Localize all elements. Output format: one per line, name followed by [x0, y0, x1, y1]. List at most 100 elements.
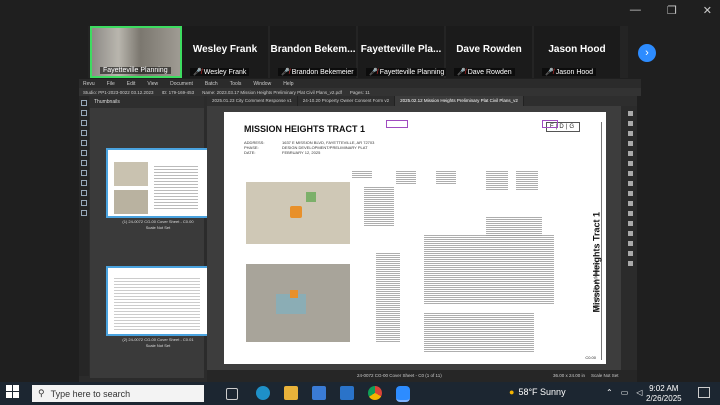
studio-info-bar: Studio: PP1-2023-0022 03.12.2023 ID: 179…: [79, 88, 641, 96]
file-explorer-icon[interactable]: [284, 386, 298, 400]
window-controls: — ❐ ✕: [630, 4, 712, 17]
document-tab[interactable]: 2025.01.23 City Comment Response v1: [207, 96, 298, 106]
tool-icon[interactable]: [628, 161, 633, 166]
tool-icon[interactable]: [81, 190, 87, 196]
tool-icon[interactable]: [81, 150, 87, 156]
weather-widget[interactable]: ● 58°F Sunny: [509, 387, 566, 397]
thumbnail-caption: (1) 24-0072 CG-00 Cover Sheet - C0.00: [122, 219, 194, 224]
menu-item[interactable]: Edit: [127, 81, 136, 87]
tool-icon[interactable]: [81, 200, 87, 206]
tool-icon[interactable]: [81, 110, 87, 116]
chevron-up-icon[interactable]: ⌃: [606, 388, 613, 397]
edge-icon[interactable]: [256, 386, 270, 400]
text-block: [436, 170, 456, 184]
aerial-map: [246, 264, 350, 342]
tool-icon[interactable]: [81, 130, 87, 136]
participant-video-tile[interactable]: Fayetteville Planning: [90, 26, 182, 78]
tool-icon[interactable]: [628, 231, 633, 236]
tool-icon[interactable]: [81, 120, 87, 126]
restore-icon[interactable]: ❐: [667, 4, 677, 17]
document-tab[interactable]: 24-10.20 Property Owner Consent Form v2: [298, 96, 396, 106]
document-viewer[interactable]: MISSION HEIGHTS TRACT 1 ADDRESS: 1637 E …: [207, 106, 621, 370]
minimize-icon[interactable]: —: [630, 4, 641, 17]
tool-icon[interactable]: [81, 180, 87, 186]
menu-item[interactable]: Help: [283, 81, 293, 87]
task-view-icon[interactable]: [226, 388, 238, 400]
menu-item[interactable]: Window: [253, 81, 271, 87]
page-navigator[interactable]: 24-0072 CG-00 Cover Sheet - C0 (1 of 11): [357, 373, 442, 378]
page-size: 36.00 x 24.00 in: [553, 373, 586, 378]
tool-icon[interactable]: [628, 141, 633, 146]
chrome-icon[interactable]: [368, 386, 382, 400]
search-placeholder: Type here to search: [50, 388, 131, 399]
tool-icon[interactable]: [628, 181, 633, 186]
participant-name: Dave Rowden: [456, 44, 522, 55]
thumbnail-caption: (2) 24-0072 CG-00 Cover Sheet - C0.01: [122, 337, 194, 342]
tool-icon[interactable]: [628, 201, 633, 206]
mic-muted-icon: 🎤̸: [193, 69, 202, 76]
tool-icon[interactable]: [628, 211, 633, 216]
right-toolbar: [625, 106, 637, 370]
menu-item[interactable]: Document: [170, 81, 193, 87]
participant-name: Jason Hood: [548, 44, 606, 55]
weather-text: 58°F Sunny: [518, 387, 566, 397]
taskbar-search-box[interactable]: ⚲ Type here to search: [32, 385, 204, 402]
store-icon[interactable]: [312, 386, 326, 400]
tool-icon[interactable]: [81, 160, 87, 166]
sheet-number: C0.00: [585, 355, 596, 360]
notifications-icon[interactable]: [698, 387, 710, 398]
tool-icon[interactable]: [81, 210, 87, 216]
sheet-index: [376, 252, 400, 342]
tool-icon[interactable]: [628, 131, 633, 136]
text-block: [486, 170, 508, 190]
tool-icon[interactable]: [628, 171, 633, 176]
participant-tile[interactable]: Wesley Frank 🎤̸ Wesley Frank: [182, 26, 268, 78]
next-participants-button[interactable]: ›: [638, 44, 656, 62]
page-thumbnail[interactable]: [106, 148, 210, 218]
mail-icon[interactable]: [340, 386, 354, 400]
stamp-box: [542, 120, 558, 128]
windows-start-icon[interactable]: [6, 385, 20, 399]
menu-item[interactable]: Revu: [83, 81, 95, 87]
clock-date: 2/26/2025: [646, 394, 682, 403]
menu-item[interactable]: File: [107, 81, 115, 87]
participant-name-label: 🎤̸ Brandon Bekemeier: [278, 68, 357, 76]
general-notes: [424, 312, 534, 352]
text-block: [516, 170, 538, 190]
tool-icon[interactable]: [81, 140, 87, 146]
tool-icon[interactable]: [628, 111, 633, 116]
document-tab-active[interactable]: 2025.02.12 Mission Heights Preliminary P…: [395, 96, 524, 106]
tool-icon[interactable]: [628, 221, 633, 226]
tool-icon[interactable]: [628, 151, 633, 156]
stamp-box: [386, 120, 408, 128]
taskbar-clock[interactable]: 9:02 AM 2/26/2025: [646, 384, 682, 404]
page-thumbnail[interactable]: [106, 266, 210, 336]
network-icon[interactable]: ▭: [621, 388, 629, 397]
participant-name: Wesley Frank: [192, 44, 258, 55]
close-icon[interactable]: ✕: [703, 4, 712, 17]
participant-tile[interactable]: Jason Hood 🎤̸ Jason Hood: [534, 26, 620, 78]
sheet-title: MISSION HEIGHTS TRACT 1: [244, 124, 366, 134]
menu-item[interactable]: View: [147, 81, 158, 87]
participant-tile[interactable]: Brandon Bekem... 🎤̸ Brandon Bekemeier: [270, 26, 357, 78]
tool-icon[interactable]: [628, 251, 633, 256]
clock-time: 9:02 AM: [649, 384, 679, 393]
text-block: [352, 170, 372, 178]
document-tabs: 2025.01.23 City Comment Response v1 24-1…: [207, 96, 637, 106]
tool-icon[interactable]: [628, 191, 633, 196]
tool-icon[interactable]: [628, 261, 633, 266]
participant-strip: Fayetteville Planning Wesley Frank 🎤̸ Wes…: [88, 26, 628, 78]
tool-icon[interactable]: [628, 121, 633, 126]
mic-muted-icon: 🎤̸: [457, 69, 466, 76]
tool-icon[interactable]: [628, 241, 633, 246]
participant-name-label: 🎤̸ Wesley Frank: [190, 68, 250, 76]
participant-tile[interactable]: Fayetteville Pla... 🎤̸ Fayetteville Plann…: [358, 26, 448, 78]
menu-item[interactable]: Tools: [230, 81, 242, 87]
volume-icon[interactable]: ◁: [636, 388, 642, 397]
tool-icon[interactable]: [81, 170, 87, 176]
tool-icon[interactable]: [81, 100, 87, 106]
participant-tile[interactable]: Dave Rowden 🎤̸ Dave Rowden: [446, 26, 532, 78]
date-label: DATE:: [244, 150, 256, 155]
zoom-icon[interactable]: [396, 386, 410, 402]
menu-item[interactable]: Batch: [205, 81, 218, 87]
